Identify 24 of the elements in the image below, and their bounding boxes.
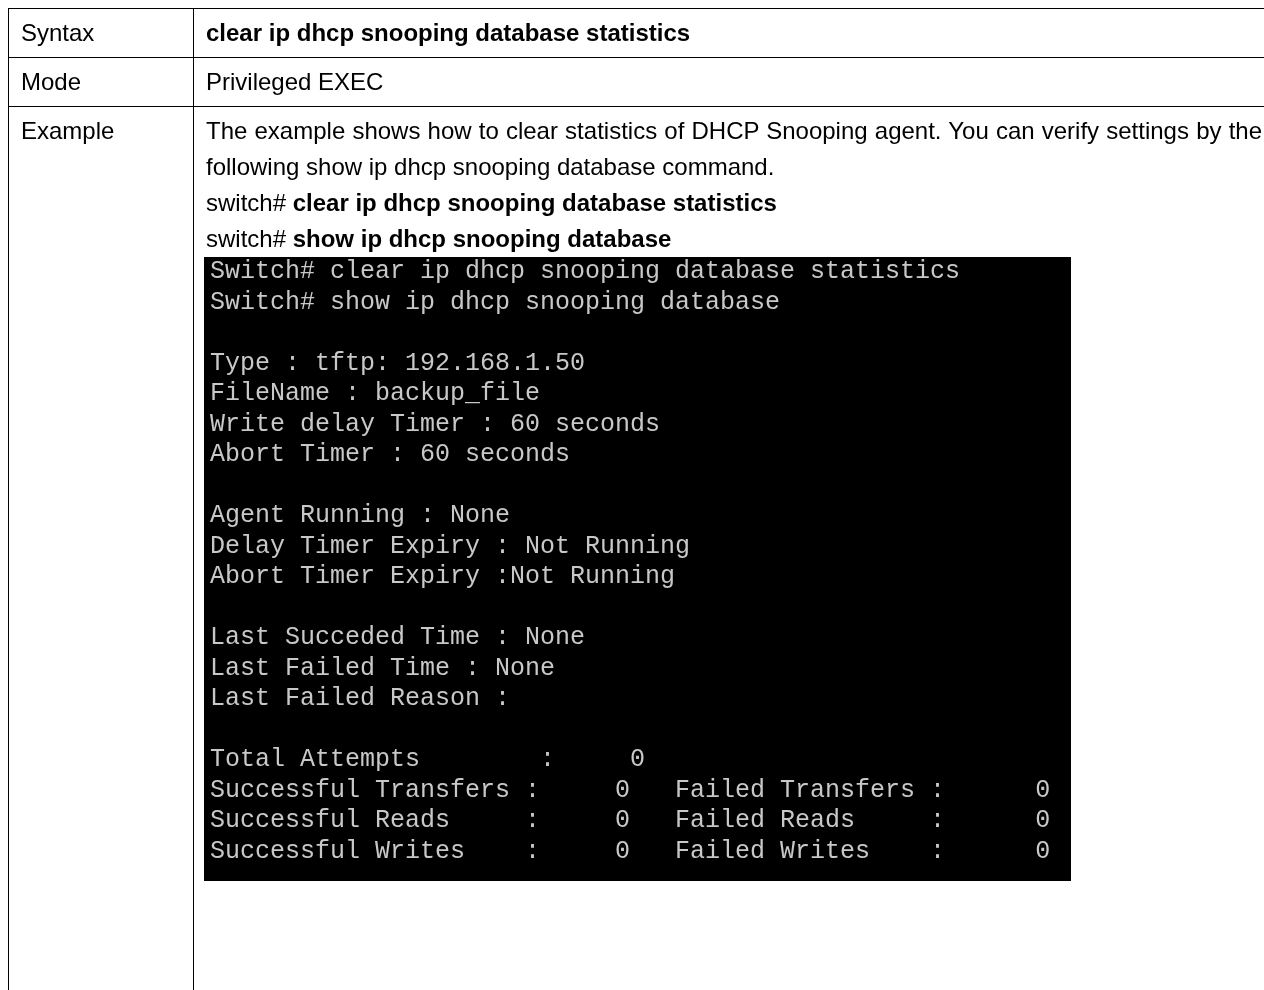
terminal-line: Last Failed Time : None (210, 653, 556, 684)
terminal-line: Abort Timer Expiry :Not Running (210, 562, 676, 593)
terminal-line: Switch# show ip dhcp snooping database (210, 287, 781, 318)
terminal-line: Delay Timer Expiry : Not Running (210, 531, 691, 562)
terminal-line: Type : tftp: 192.168.1.50 (210, 348, 586, 379)
description: The example shows how to clear statistics of DHCP Snooping agent. You can verify settings by the following show ip dhcp snooping database command. (206, 116, 1262, 182)
terminal-line: Successful Writes : 0 Failed Writes : 0 (210, 836, 1051, 867)
terminal-line: Agent Running : None (210, 501, 511, 532)
command-line: Privileged EXEC (206, 67, 385, 97)
terminal-line: Switch# clear ip dhcp snooping database statistics (210, 257, 961, 288)
terminal-line: Successful Reads : 0 Failed Reads : 0 (210, 806, 1051, 837)
terminal-line: Write delay Timer : 60 seconds (210, 409, 661, 440)
terminal-line: Last Succeded Time : None (210, 623, 586, 654)
terminal-line: Successful Transfers : 0 Failed Transfers : 0 (210, 775, 1051, 806)
row-label: Mode (8, 57, 194, 107)
terminal-line: FileName : backup_file (210, 379, 541, 410)
command-line: switch# clear ip dhcp snooping database statistics (206, 188, 778, 218)
row-label: Syntax (8, 8, 194, 58)
terminal-line: Abort Timer : 60 seconds (210, 440, 571, 471)
terminal-line: Total Attempts : 0 (210, 745, 646, 776)
row-label: Example (8, 106, 194, 990)
terminal-line: Last Failed Reason : (210, 684, 511, 715)
command-syntax: clear ip dhcp snooping database statistics (206, 18, 692, 48)
command-line: switch# show ip dhcp snooping database (206, 224, 673, 254)
